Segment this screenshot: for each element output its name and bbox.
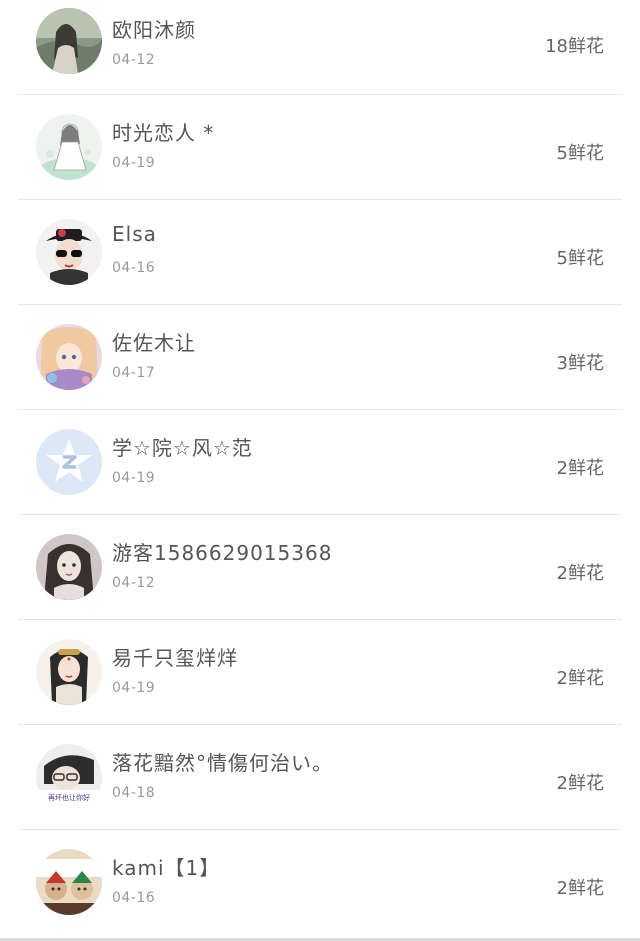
gift-date: 04-12: [112, 52, 156, 68]
gift-date: 04-19: [112, 155, 156, 171]
flower-count: 2鲜花: [556, 773, 604, 794]
flower-count: 2鲜花: [556, 878, 604, 899]
user-name: Elsa: [112, 222, 157, 246]
user-name: 佐佐木让: [112, 331, 196, 355]
list-item[interactable]: 游客1586629015368 04-12 2鲜花: [18, 515, 622, 620]
avatar[interactable]: [36, 324, 102, 390]
user-name: 游客1586629015368: [112, 541, 333, 565]
list-item[interactable]: 佐佐木让 04-17 3鲜花: [18, 305, 622, 410]
avatar[interactable]: [36, 639, 102, 705]
gift-date: 04-16: [112, 260, 156, 276]
gift-date: 04-16: [112, 890, 156, 906]
flower-count: 2鲜花: [556, 563, 604, 584]
flower-count: 3鲜花: [556, 353, 604, 374]
flower-count: 2鲜花: [556, 668, 604, 689]
flower-count: 18鲜花: [545, 36, 604, 57]
avatar-caption: 再坏也让你好: [48, 793, 90, 802]
list-item[interactable]: 时光恋人 * 04-19 5鲜花: [18, 95, 622, 200]
gift-date: 04-17: [112, 365, 156, 381]
avatar[interactable]: [36, 219, 102, 285]
list-item[interactable]: kami【1】 04-16 2鲜花: [18, 830, 622, 935]
user-name: 落花黯然°情傷何治い。: [112, 751, 333, 775]
avatar[interactable]: [36, 114, 102, 180]
list-item[interactable]: 再坏也让你好 落花黯然°情傷何治い。 04-18 2鲜花: [18, 725, 622, 830]
user-name: kami【1】: [112, 856, 221, 880]
flower-count: 5鲜花: [556, 143, 604, 164]
flower-count: 2鲜花: [556, 458, 604, 479]
list-item[interactable]: Elsa 04-16 5鲜花: [18, 200, 622, 305]
user-name: 易千只玺烊烊: [112, 646, 238, 670]
gift-date: 04-19: [112, 680, 156, 696]
avatar[interactable]: [36, 849, 102, 915]
flower-ranking-list: 欧阳沐颜 04-12 18鲜花 时光恋人 * 04-19 5鲜花 Elsa 04…: [0, 0, 640, 941]
user-name: 学☆院☆风☆范: [112, 436, 253, 460]
gift-date: 04-18: [112, 785, 156, 801]
list-item[interactable]: 学☆院☆风☆范 04-19 2鲜花: [18, 410, 622, 515]
flower-count: 5鲜花: [556, 248, 604, 269]
list-item[interactable]: 欧阳沐颜 04-12 18鲜花: [18, 0, 622, 95]
gift-date: 04-12: [112, 575, 156, 591]
user-name: 欧阳沐颜: [112, 18, 196, 42]
user-name: 时光恋人 *: [112, 121, 215, 145]
list-item[interactable]: 易千只玺烊烊 04-19 2鲜花: [18, 620, 622, 725]
avatar[interactable]: [36, 8, 102, 74]
avatar[interactable]: [36, 429, 102, 495]
gift-date: 04-19: [112, 470, 156, 486]
avatar[interactable]: 再坏也让你好: [36, 744, 102, 810]
avatar[interactable]: [36, 534, 102, 600]
